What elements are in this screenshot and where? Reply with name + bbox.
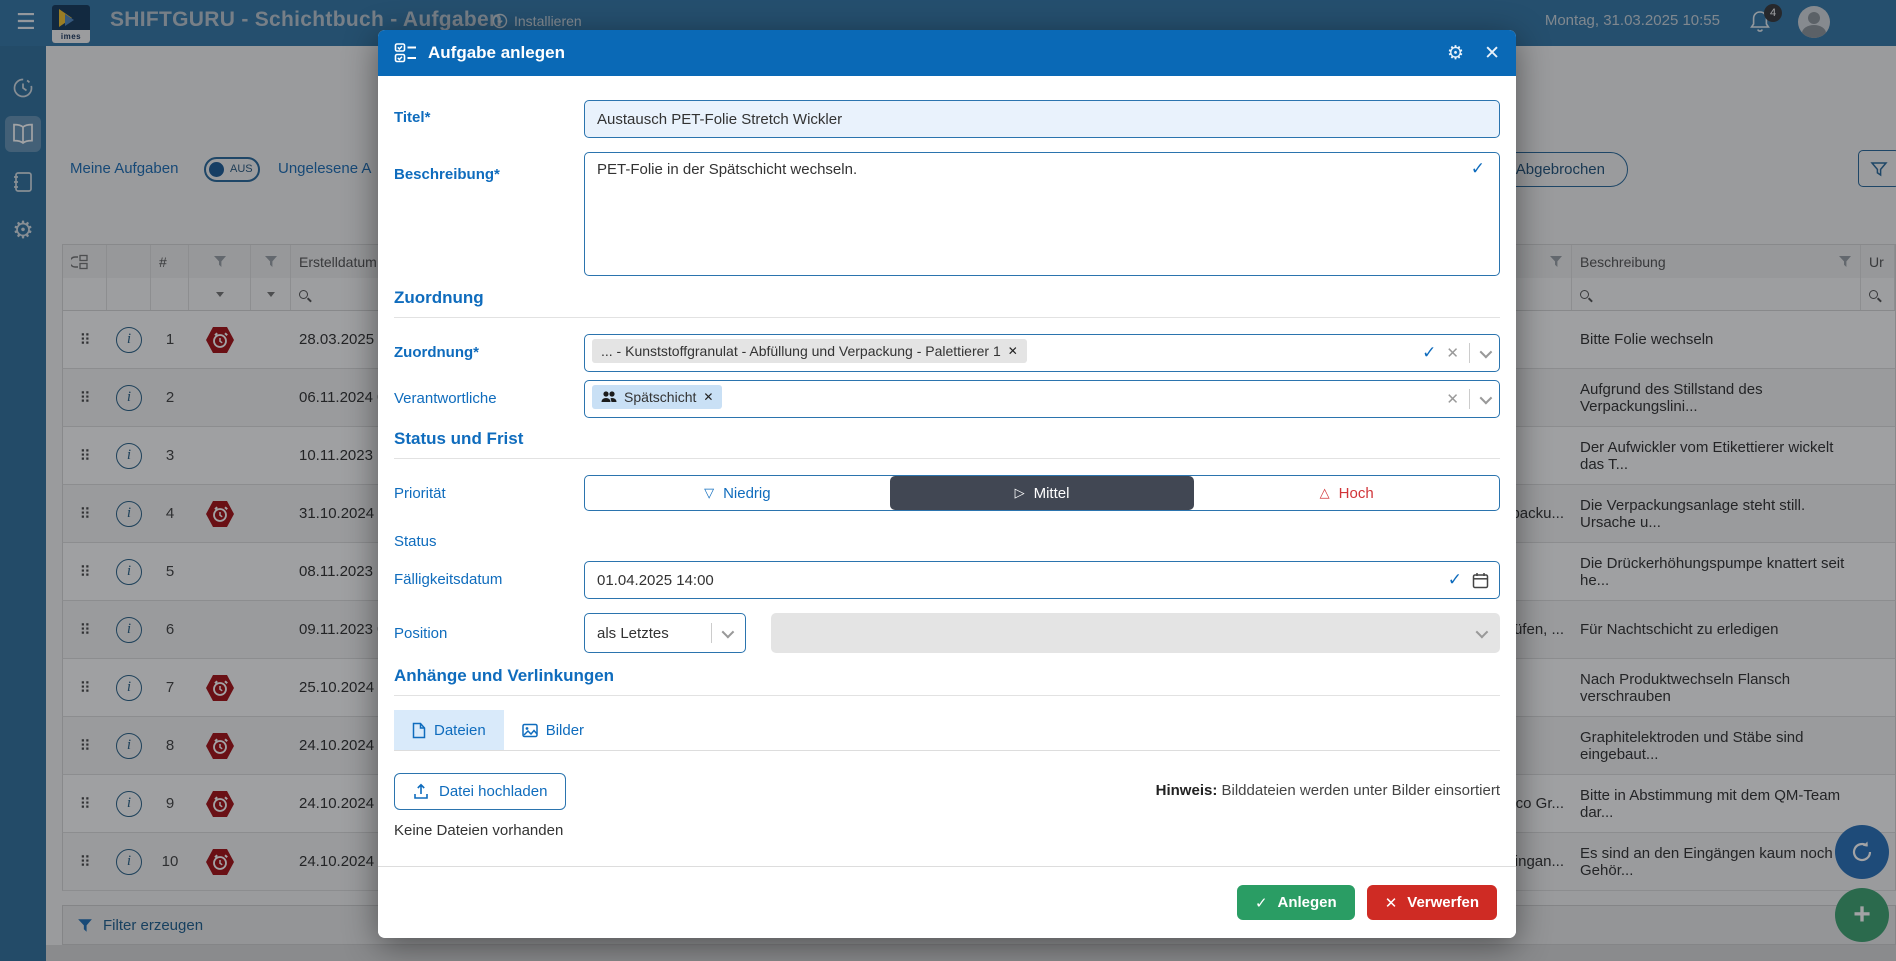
priority-mittel-button[interactable]: ▷Mittel	[890, 476, 1195, 510]
valid-check-icon: ✓	[1471, 159, 1485, 179]
prioritaet-label: Priorität	[394, 485, 446, 502]
file-icon	[412, 722, 426, 739]
section-zuordnung: Zuordnung	[394, 288, 1500, 318]
dialog-settings-gear-icon[interactable]: ⚙	[1447, 42, 1464, 64]
dialog-header: Aufgabe anlegen ⚙ ✕	[378, 30, 1516, 76]
dialog-body: Titel* Beschreibung* PET-Folie in der Sp…	[378, 76, 1516, 866]
beschreibung-input[interactable]: PET-Folie in der Spätschicht wechseln.	[585, 153, 1499, 275]
anlegen-button[interactable]: ✓Anlegen	[1237, 885, 1355, 920]
attachment-tabs: Dateien Bilder	[394, 710, 1500, 751]
verantwortliche-field[interactable]: Spätschicht ✕ ✕	[584, 380, 1500, 418]
triangle-right-icon: ▷	[1015, 486, 1025, 501]
tab-dateien[interactable]: Dateien	[394, 710, 504, 750]
upload-file-button[interactable]: Datei hochladen	[394, 773, 566, 810]
priority-hoch-button[interactable]: △Hoch	[1194, 476, 1499, 510]
faelligkeitsdatum-label: Fälligkeitsdatum	[394, 571, 502, 588]
zuordnung-chip[interactable]: ... - Kunststoffgranulat - Abfüllung und…	[592, 339, 1027, 363]
dialog-close-icon[interactable]: ✕	[1484, 42, 1500, 64]
dialog-title: Aufgabe anlegen	[428, 43, 565, 63]
priority-niedrig-button[interactable]: ▽Niedrig	[585, 476, 890, 510]
triangle-down-icon: ▽	[704, 486, 714, 501]
dialog-footer: ✓Anlegen ✕Verwerfen	[378, 866, 1516, 938]
upload-hint: Hinweis: Bilddateien werden unter Bilder…	[1156, 782, 1500, 799]
verantwortliche-chip[interactable]: Spätschicht ✕	[592, 385, 722, 409]
chevron-down-icon	[722, 625, 735, 638]
x-icon: ✕	[1385, 894, 1398, 912]
position-target-select	[771, 613, 1500, 653]
verantwortliche-label: Verantwortliche	[394, 390, 497, 407]
zuordnung-label: Zuordnung*	[394, 344, 479, 361]
empty-files-text: Keine Dateien vorhanden	[394, 822, 563, 839]
prioritaet-control: ▽Niedrig ▷Mittel △Hoch	[584, 475, 1500, 511]
clear-icon[interactable]: ✕	[1446, 344, 1459, 362]
chevron-down-icon[interactable]	[1480, 345, 1493, 358]
tab-bilder[interactable]: Bilder	[504, 710, 602, 750]
triangle-up-icon: △	[1320, 486, 1330, 501]
task-checklist-icon	[394, 42, 418, 64]
people-icon	[601, 391, 617, 403]
valid-check-icon: ✓	[1448, 570, 1462, 590]
chevron-down-icon	[1476, 625, 1489, 638]
section-anhaenge: Anhänge und Verlinkungen	[394, 666, 1500, 696]
check-icon: ✓	[1255, 894, 1268, 912]
section-status-frist: Status und Frist	[394, 429, 1500, 459]
status-label: Status	[394, 533, 437, 550]
faelligkeitsdatum-field[interactable]: ✓	[584, 561, 1500, 599]
upload-icon	[413, 783, 429, 800]
calendar-icon[interactable]	[1472, 572, 1489, 589]
chip-remove-icon[interactable]: ✕	[1008, 344, 1018, 358]
clear-icon[interactable]: ✕	[1446, 390, 1459, 408]
create-task-dialog: Aufgabe anlegen ⚙ ✕ Titel* Beschreibung*…	[378, 30, 1516, 938]
position-select[interactable]: als Letztes	[584, 613, 746, 653]
titel-label: Titel*	[394, 109, 430, 126]
beschreibung-field[interactable]: PET-Folie in der Spätschicht wechseln. ✓	[584, 152, 1500, 276]
valid-check-icon: ✓	[1422, 343, 1436, 363]
position-label: Position	[394, 625, 447, 642]
zuordnung-field[interactable]: ... - Kunststoffgranulat - Abfüllung und…	[584, 334, 1500, 372]
verwerfen-button[interactable]: ✕Verwerfen	[1367, 885, 1497, 920]
titel-field[interactable]	[584, 100, 1500, 138]
beschreibung-label: Beschreibung*	[394, 166, 500, 183]
chevron-down-icon[interactable]	[1480, 391, 1493, 404]
faelligkeitsdatum-input[interactable]	[585, 562, 1499, 598]
titel-input[interactable]	[585, 101, 1499, 137]
chip-remove-icon[interactable]: ✕	[703, 390, 713, 404]
image-icon	[522, 723, 538, 738]
